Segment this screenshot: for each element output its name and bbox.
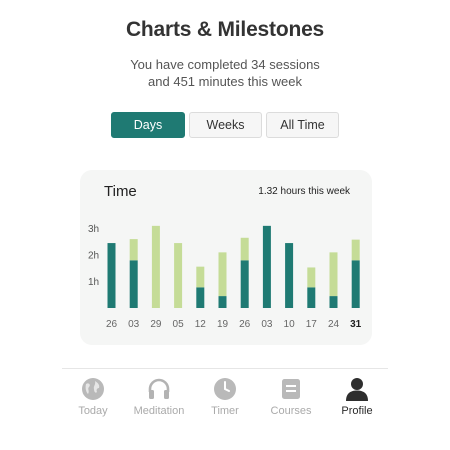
bar-segment-light: [196, 266, 205, 288]
nav-label-profile: Profile: [341, 405, 373, 417]
bar-segment-light: [307, 267, 316, 288]
nav-item-timer[interactable]: Timer: [194, 376, 256, 426]
time-chart-card: Time 1.32 hours this week 1h 2h 3h 26 03 29 05…: [80, 170, 372, 345]
globe-icon: [82, 378, 104, 400]
y-tick-label: 1h: [88, 277, 99, 288]
period-segmented-control: Days Weeks All Time: [111, 112, 339, 138]
bar-segment-dark: [285, 243, 294, 308]
time-bar-chart: 1h 2h 3h 26 03 29 05 12 19 26 03 10 17 24 31: [88, 224, 362, 330]
bar-segment-dark: [329, 296, 338, 308]
bar-segment-dark: [262, 225, 271, 308]
bar-segment-dark: [129, 260, 138, 308]
nav-label-meditation: Meditation: [133, 405, 185, 417]
x-tick-label: 10: [284, 319, 296, 330]
clock-icon: [214, 378, 236, 400]
nav-label-today: Today: [78, 405, 108, 417]
nav-item-meditation[interactable]: Meditation: [128, 376, 190, 426]
x-tick-label: 31: [350, 319, 362, 330]
charts-milestones-screen: Charts & Milestones You have completed 3…: [0, 0, 450, 450]
bar-segment-dark: [196, 287, 205, 308]
y-tick-label: 3h: [88, 224, 99, 235]
x-tick-label: 24: [328, 319, 340, 330]
subtitle-line-2: and 451 minutes this week: [148, 74, 302, 89]
bar-segment-light: [174, 243, 183, 308]
segment-weeks-button[interactable]: Weeks: [189, 112, 262, 138]
page-subtitle: You have completed 34 sessions and 451 m…: [0, 56, 450, 90]
nav-item-profile[interactable]: Profile: [326, 376, 388, 426]
bar-segment-light: [329, 252, 338, 297]
bar-segment-dark: [218, 296, 227, 308]
x-tick-label: 05: [173, 319, 185, 330]
x-tick-label: 29: [150, 319, 162, 330]
bar-segment-light: [240, 237, 249, 261]
bar-segment-light: [151, 225, 160, 308]
x-tick-label: 17: [306, 319, 318, 330]
bar-segment-light: [351, 239, 360, 261]
segment-all-time-button[interactable]: All Time: [266, 112, 339, 138]
nav-item-today[interactable]: Today: [62, 376, 124, 426]
person-icon: [346, 378, 368, 401]
bar-segment-light: [129, 239, 138, 261]
headphones-icon: [148, 378, 170, 399]
x-tick-label: 03: [128, 319, 140, 330]
bar-segment-light: [218, 252, 227, 297]
bar-segment-dark: [107, 243, 116, 308]
x-tick-label: 26: [239, 319, 251, 330]
subtitle-line-1: You have completed 34 sessions: [130, 57, 320, 72]
bar-segment-dark: [307, 287, 316, 308]
nav-label-timer: Timer: [211, 405, 239, 417]
segment-days-button[interactable]: Days: [111, 112, 185, 138]
x-tick-label: 03: [261, 319, 273, 330]
x-tick-label: 26: [106, 319, 118, 330]
y-tick-label: 2h: [88, 251, 99, 262]
bar-segment-dark: [240, 260, 249, 308]
nav-item-courses[interactable]: Courses: [260, 376, 322, 426]
page-title: Charts & Milestones: [125, 18, 325, 41]
bar-segment-dark: [351, 260, 360, 308]
nav-divider: [62, 368, 388, 369]
document-icon: [282, 379, 300, 399]
nav-label-courses: Courses: [270, 405, 312, 417]
x-tick-label: 19: [217, 319, 229, 330]
bottom-navigation: Today Meditation Timer Courses Profile: [62, 376, 388, 426]
x-tick-label: 12: [195, 319, 207, 330]
